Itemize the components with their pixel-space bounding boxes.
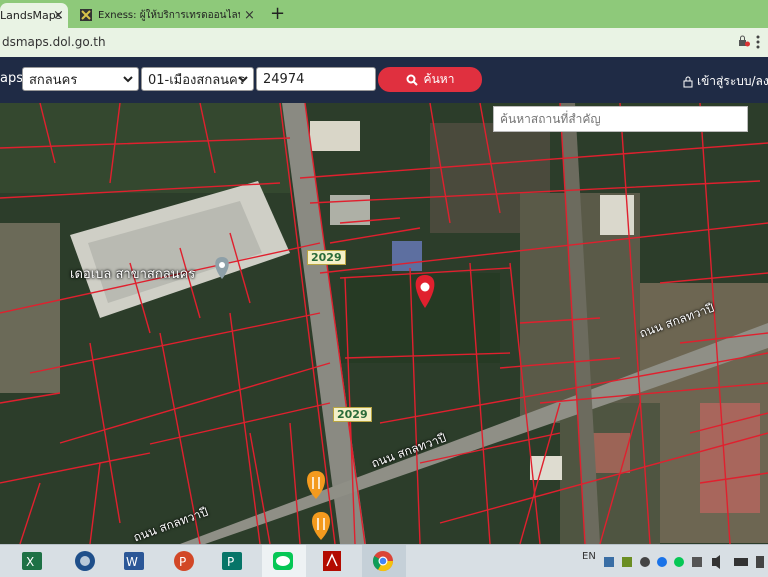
- search-icon: [406, 74, 418, 86]
- tab-title: Exness: ผู้ให้บริการเทรดออนไลน์ที่เชื่อถ: [98, 10, 240, 21]
- app-header: aps สกลนคร 01-เมืองสกลนคร ค้นหา เข้าสู่ร…: [0, 57, 768, 103]
- excel-icon[interactable]: X: [20, 549, 44, 573]
- poi-label: เดอเบล สาขาสกลนคร: [70, 267, 196, 282]
- taskbar: X W P P EN: [0, 544, 768, 577]
- close-icon[interactable]: ×: [244, 8, 255, 23]
- chevron-down-icon: [123, 76, 133, 83]
- site-permission-icon[interactable]: [738, 35, 750, 47]
- satellite-map[interactable]: 2029 2029 เดอเบล สาขาสกลนคร ถนน สกลทวาปี…: [0, 103, 768, 544]
- login-label: เข้าสู่ระบบ/ลง: [697, 74, 768, 88]
- tray-icons[interactable]: [600, 549, 768, 573]
- edge-icon[interactable]: [73, 549, 97, 573]
- svg-text:P: P: [227, 555, 234, 569]
- amphoe-value: 01-เมืองสกลนคร: [148, 72, 245, 88]
- svg-text:W: W: [126, 555, 138, 569]
- tab-landsmaps[interactable]: LandsMaps ×: [0, 3, 68, 28]
- new-tab-button[interactable]: +: [270, 3, 285, 24]
- exness-favicon-icon: [80, 9, 92, 21]
- close-icon[interactable]: ×: [53, 8, 64, 23]
- route-badge: 2029: [333, 407, 372, 422]
- svg-text:P: P: [179, 555, 186, 569]
- url-text[interactable]: dsmaps.dol.go.th: [2, 35, 106, 49]
- route-badge: 2029: [307, 250, 346, 265]
- province-value: สกลนคร: [29, 72, 78, 88]
- tab-exness[interactable]: Exness: ผู้ให้บริการเทรดออนไลน์ที่เชื่อถ…: [72, 3, 262, 28]
- language-indicator[interactable]: EN: [582, 551, 596, 562]
- parcel-number-input[interactable]: [256, 67, 376, 91]
- lock-icon: [683, 76, 693, 87]
- svg-text:X: X: [26, 555, 34, 569]
- search-button[interactable]: ค้นหา: [378, 67, 482, 92]
- address-bar[interactable]: dsmaps.dol.go.th: [0, 28, 768, 58]
- landmark-search-input[interactable]: [493, 106, 748, 132]
- province-select[interactable]: สกลนคร: [22, 67, 139, 91]
- word-icon[interactable]: W: [122, 549, 146, 573]
- browser-tab-strip: LandsMaps × Exness: ผู้ให้บริการเทรดออนไ…: [0, 0, 768, 28]
- browser-menu-icon[interactable]: [756, 34, 760, 50]
- brand-title: aps: [0, 71, 23, 86]
- acrobat-icon[interactable]: [320, 549, 344, 573]
- publisher-icon[interactable]: P: [220, 549, 244, 573]
- powerpoint-icon[interactable]: P: [172, 549, 196, 573]
- search-button-label: ค้นหา: [423, 72, 455, 86]
- login-link[interactable]: เข้าสู่ระบบ/ลง: [683, 72, 768, 91]
- line-icon[interactable]: [271, 549, 295, 573]
- chevron-down-icon: [238, 76, 248, 83]
- chrome-icon[interactable]: [371, 549, 395, 573]
- amphoe-select[interactable]: 01-เมืองสกลนคร: [141, 67, 254, 91]
